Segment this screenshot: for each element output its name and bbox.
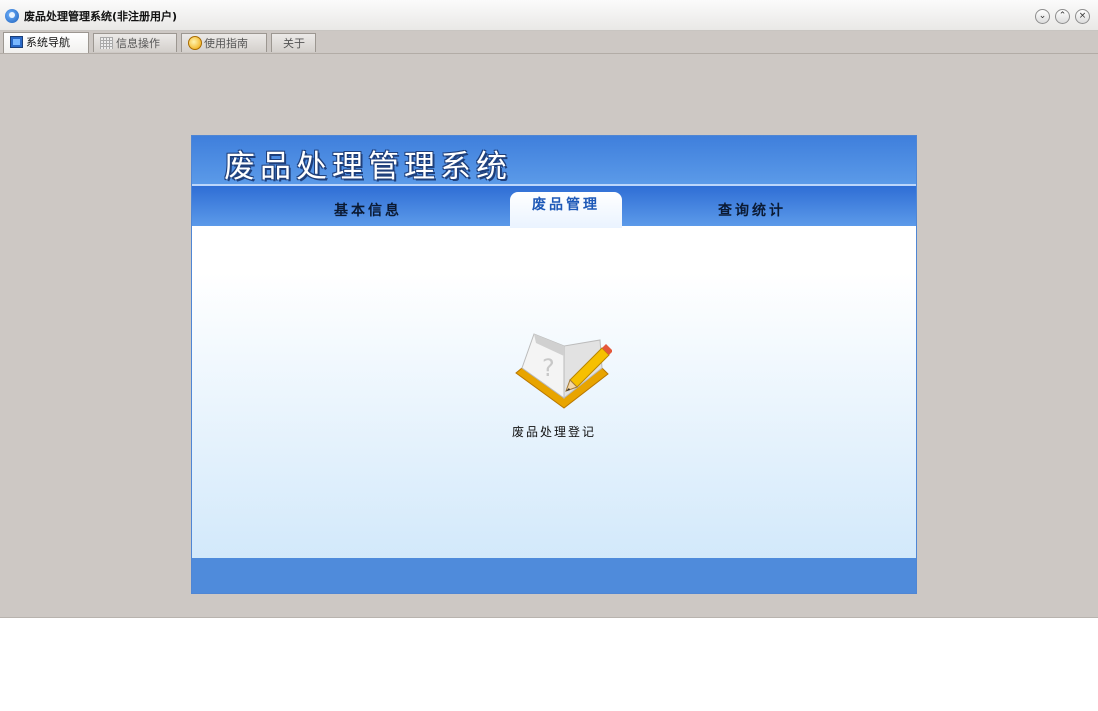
- tab-about[interactable]: 关于: [271, 33, 316, 52]
- app-logo-icon: [5, 9, 19, 23]
- tab-info-operations[interactable]: 信息操作: [93, 33, 177, 52]
- main-panel: 废品处理管理系统 基本信息 废品管理 查询统计 ? 废品处理登记: [191, 135, 917, 594]
- book-pencil-icon[interactable]: ?: [512, 328, 613, 418]
- banner: 废品处理管理系统: [192, 136, 916, 185]
- minimize-button[interactable]: ⌄: [1035, 9, 1050, 24]
- tab-label: 使用指南: [204, 37, 248, 50]
- tab-system-navigation[interactable]: 系统导航: [3, 32, 89, 53]
- window-title: 废品处理管理系统(非注册用户): [24, 10, 178, 23]
- grid-icon: [100, 37, 113, 49]
- svg-text:?: ?: [542, 354, 555, 382]
- close-button[interactable]: ×: [1075, 9, 1090, 24]
- tab-label: 信息操作: [116, 37, 160, 50]
- nav-query-statistics[interactable]: 查询统计: [718, 200, 786, 220]
- waste-registration-label[interactable]: 废品处理登记: [192, 423, 916, 440]
- tab-user-guide[interactable]: 使用指南: [181, 33, 267, 52]
- module-nav: 基本信息 废品管理 查询统计: [192, 184, 916, 228]
- banner-title: 废品处理管理系统: [224, 149, 512, 185]
- guide-icon: [188, 36, 202, 50]
- maximize-button[interactable]: ⌃: [1055, 9, 1070, 24]
- title-bar: 废品处理管理系统(非注册用户) ⌄ ⌃ ×: [0, 0, 1098, 31]
- monitor-icon: [10, 36, 23, 48]
- app-window: 废品处理管理系统(非注册用户) ⌄ ⌃ × 系统导航 信息操作 使用指南 关于 …: [0, 0, 1098, 618]
- tab-label: 系统导航: [26, 36, 70, 49]
- nav-waste-management[interactable]: 废品管理: [510, 192, 622, 228]
- tab-label: 关于: [283, 37, 305, 50]
- panel-footer: [192, 558, 916, 593]
- tab-bar: 系统导航 信息操作 使用指南 关于: [0, 31, 1098, 54]
- nav-basic-info[interactable]: 基本信息: [334, 200, 402, 220]
